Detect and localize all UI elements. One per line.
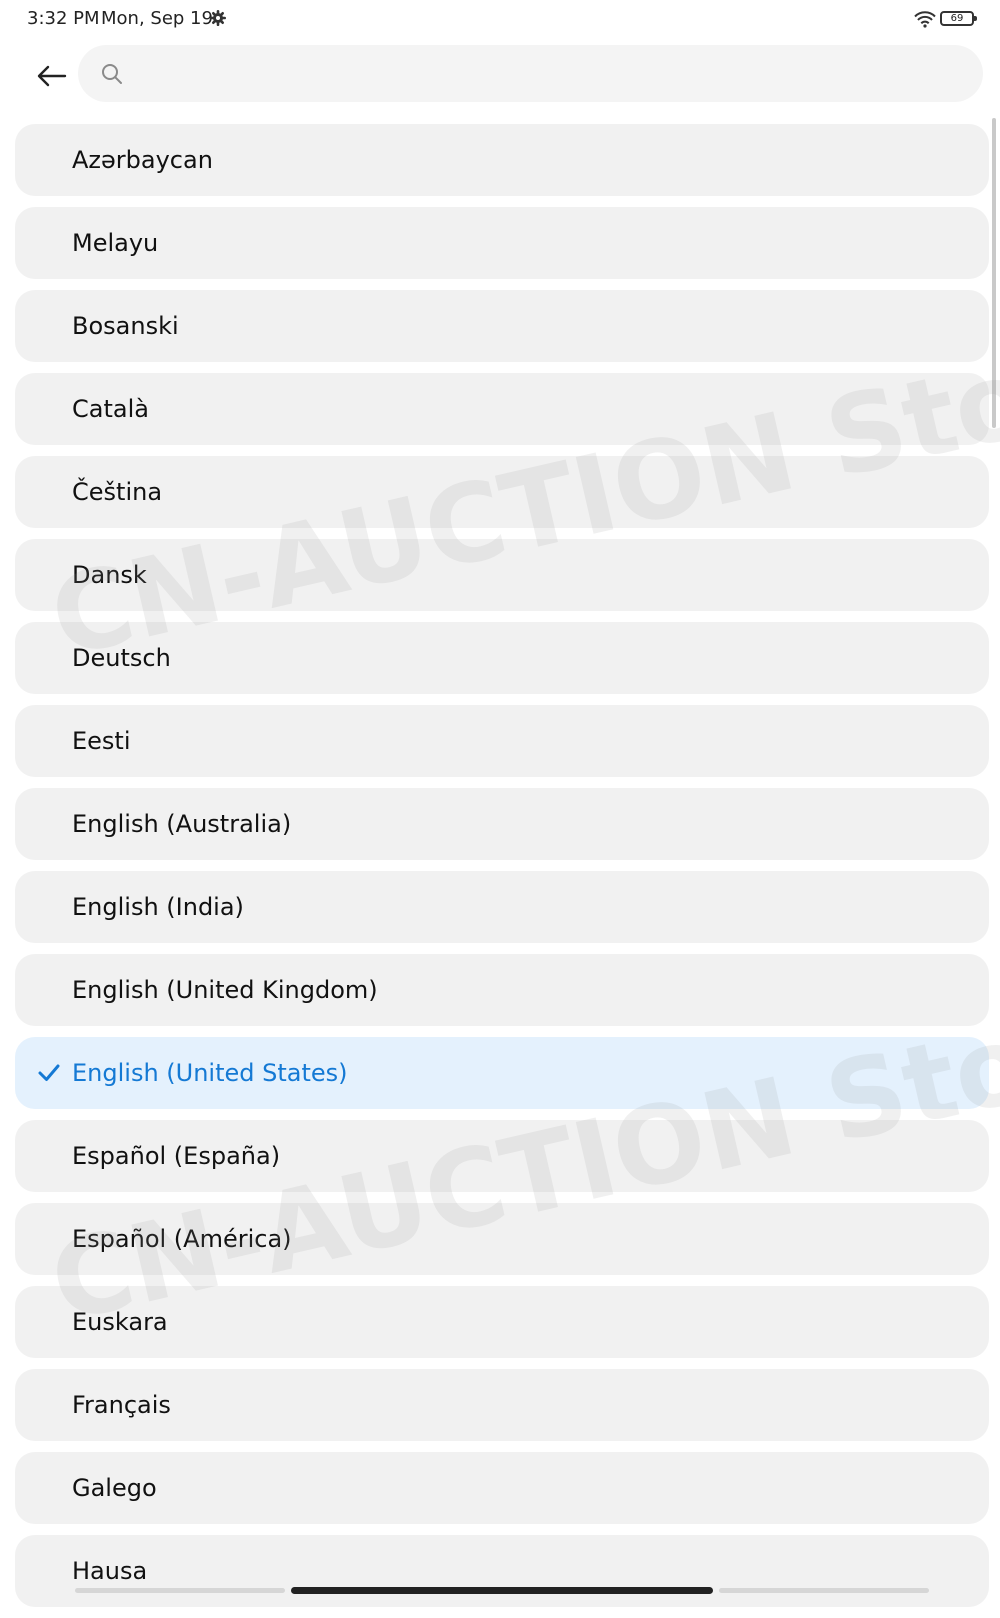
language-label: Dansk	[72, 561, 147, 589]
language-item[interactable]: Français	[15, 1369, 989, 1441]
language-item[interactable]: Eesti	[15, 705, 989, 777]
language-item[interactable]: Euskara	[15, 1286, 989, 1358]
navigation-bar	[0, 1586, 1000, 1600]
language-label: Galego	[72, 1474, 157, 1502]
language-item[interactable]: Español (América)	[15, 1203, 989, 1275]
language-item[interactable]: Español (España)	[15, 1120, 989, 1192]
language-label: English (United Kingdom)	[72, 976, 378, 1004]
language-item[interactable]: Čeština	[15, 456, 989, 528]
home-gesture-handle[interactable]	[291, 1587, 713, 1594]
nav-indicator-left	[75, 1588, 285, 1593]
language-item[interactable]: English (Australia)	[15, 788, 989, 860]
status-date: Mon, Sep 19	[101, 8, 213, 29]
language-label: Hausa	[72, 1557, 148, 1585]
language-item[interactable]: Azərbaycan	[15, 124, 989, 196]
language-label: Bosanski	[72, 312, 179, 340]
wifi-icon	[914, 11, 936, 28]
language-item[interactable]: Dansk	[15, 539, 989, 611]
search-bar[interactable]	[78, 45, 983, 102]
language-label: Melayu	[72, 229, 159, 257]
language-list: Azərbaycan Melayu Bosanski Català Čeština Dan…	[15, 124, 989, 1618]
language-item[interactable]: English (United States)	[15, 1037, 989, 1109]
language-label: Azərbaycan	[72, 146, 213, 174]
language-item[interactable]: Català	[15, 373, 989, 445]
status-bar: 3:32 PM Mon, Sep 19 69	[0, 0, 1000, 38]
battery-icon: 69	[940, 11, 977, 26]
search-icon	[102, 63, 122, 84]
language-label: Euskara	[72, 1308, 168, 1336]
language-item[interactable]: Galego	[15, 1452, 989, 1524]
scrollbar[interactable]	[992, 118, 996, 428]
search-input[interactable]	[136, 52, 960, 95]
back-arrow-icon	[37, 65, 67, 87]
back-button[interactable]	[30, 54, 74, 98]
language-item[interactable]: Deutsch	[15, 622, 989, 694]
language-label: English (India)	[72, 893, 244, 921]
language-label: Español (América)	[72, 1225, 292, 1253]
gear-icon	[210, 10, 226, 26]
language-item[interactable]: Melayu	[15, 207, 989, 279]
language-item[interactable]: Bosanski	[15, 290, 989, 362]
language-label: English (Australia)	[72, 810, 292, 838]
status-time: 3:32 PM	[27, 8, 100, 29]
language-label: Català	[72, 395, 149, 423]
language-item[interactable]: English (India)	[15, 871, 989, 943]
language-item[interactable]: English (United Kingdom)	[15, 954, 989, 1026]
language-label: Français	[72, 1391, 171, 1419]
language-label: English (United States)	[72, 1059, 348, 1087]
language-label: Čeština	[72, 478, 163, 506]
language-label: Español (España)	[72, 1142, 281, 1170]
nav-indicator-right	[719, 1588, 929, 1593]
language-label: Deutsch	[72, 644, 171, 672]
checkmark-icon	[38, 1064, 60, 1081]
language-label: Eesti	[72, 727, 131, 755]
